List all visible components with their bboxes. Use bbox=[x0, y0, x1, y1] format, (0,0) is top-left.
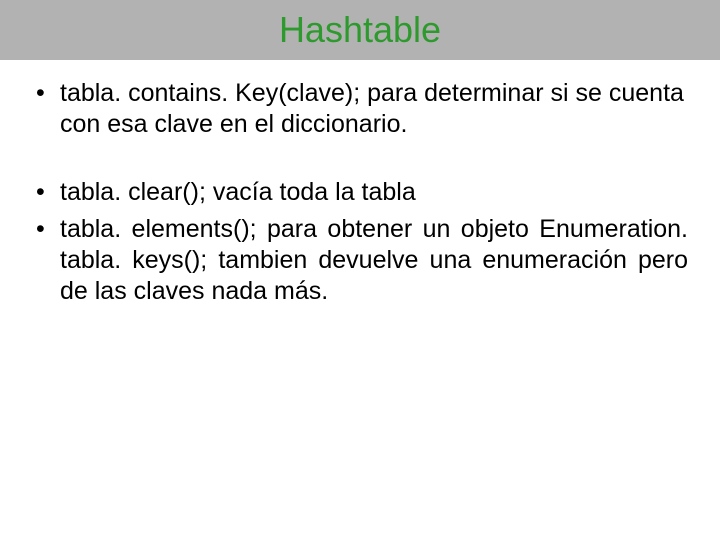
bullet-list-2: tabla. clear(); vacía toda la tabla tabl… bbox=[32, 177, 688, 308]
list-item: tabla. clear(); vacía toda la tabla bbox=[32, 177, 688, 208]
list-item: tabla. contains. Key(clave); para determ… bbox=[32, 78, 688, 141]
slide-title: Hashtable bbox=[279, 9, 441, 51]
list-item: tabla. elements(); para obtener un objet… bbox=[32, 214, 688, 308]
title-bar: Hashtable bbox=[0, 0, 720, 60]
slide-body: tabla. contains. Key(clave); para determ… bbox=[0, 60, 720, 308]
spacer bbox=[32, 147, 688, 177]
bullet-list-1: tabla. contains. Key(clave); para determ… bbox=[32, 78, 688, 141]
